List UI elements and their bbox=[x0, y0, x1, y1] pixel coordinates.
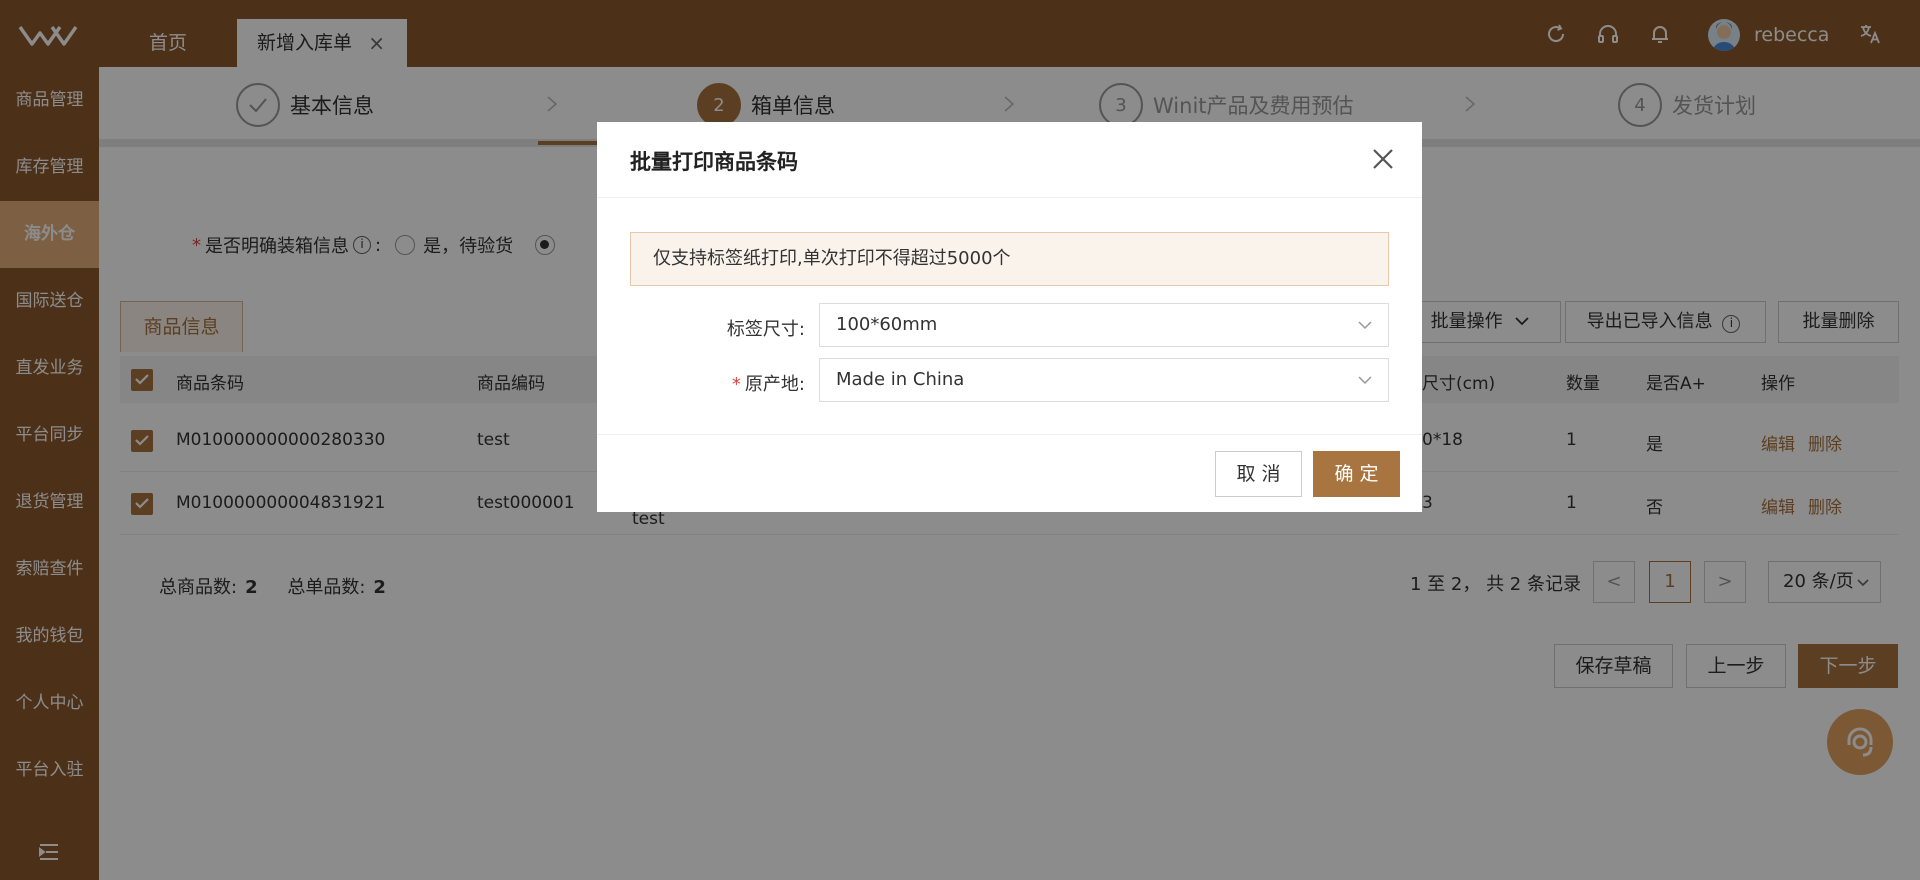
origin-select[interactable]: Made in China bbox=[819, 358, 1389, 402]
close-icon[interactable] bbox=[1370, 146, 1396, 172]
chevron-down-icon bbox=[1358, 376, 1372, 385]
origin-label: * 原产地: bbox=[625, 370, 805, 396]
dialog-footer: 取 消 确 定 bbox=[597, 434, 1422, 512]
label-size-select[interactable]: 100*60mm bbox=[819, 303, 1389, 347]
label-size-label: 标签尺寸: bbox=[726, 319, 805, 340]
dialog-header: 批量打印商品条码 bbox=[597, 122, 1422, 198]
required-mark: * bbox=[731, 374, 741, 395]
confirm-button[interactable]: 确 定 bbox=[1313, 451, 1400, 497]
chevron-down-icon bbox=[1358, 321, 1372, 330]
dialog-title: 批量打印商品条码 bbox=[630, 150, 798, 174]
print-notice: 仅支持标签纸打印,单次打印不得超过5000个 bbox=[630, 232, 1389, 286]
origin-value: Made in China bbox=[836, 369, 965, 390]
print-barcode-dialog: 批量打印商品条码 仅支持标签纸打印,单次打印不得超过5000个 标签尺寸: 10… bbox=[597, 122, 1422, 512]
cancel-button[interactable]: 取 消 bbox=[1215, 451, 1302, 497]
origin-label-text: 原产地: bbox=[744, 374, 805, 395]
label-size-value: 100*60mm bbox=[836, 314, 938, 335]
